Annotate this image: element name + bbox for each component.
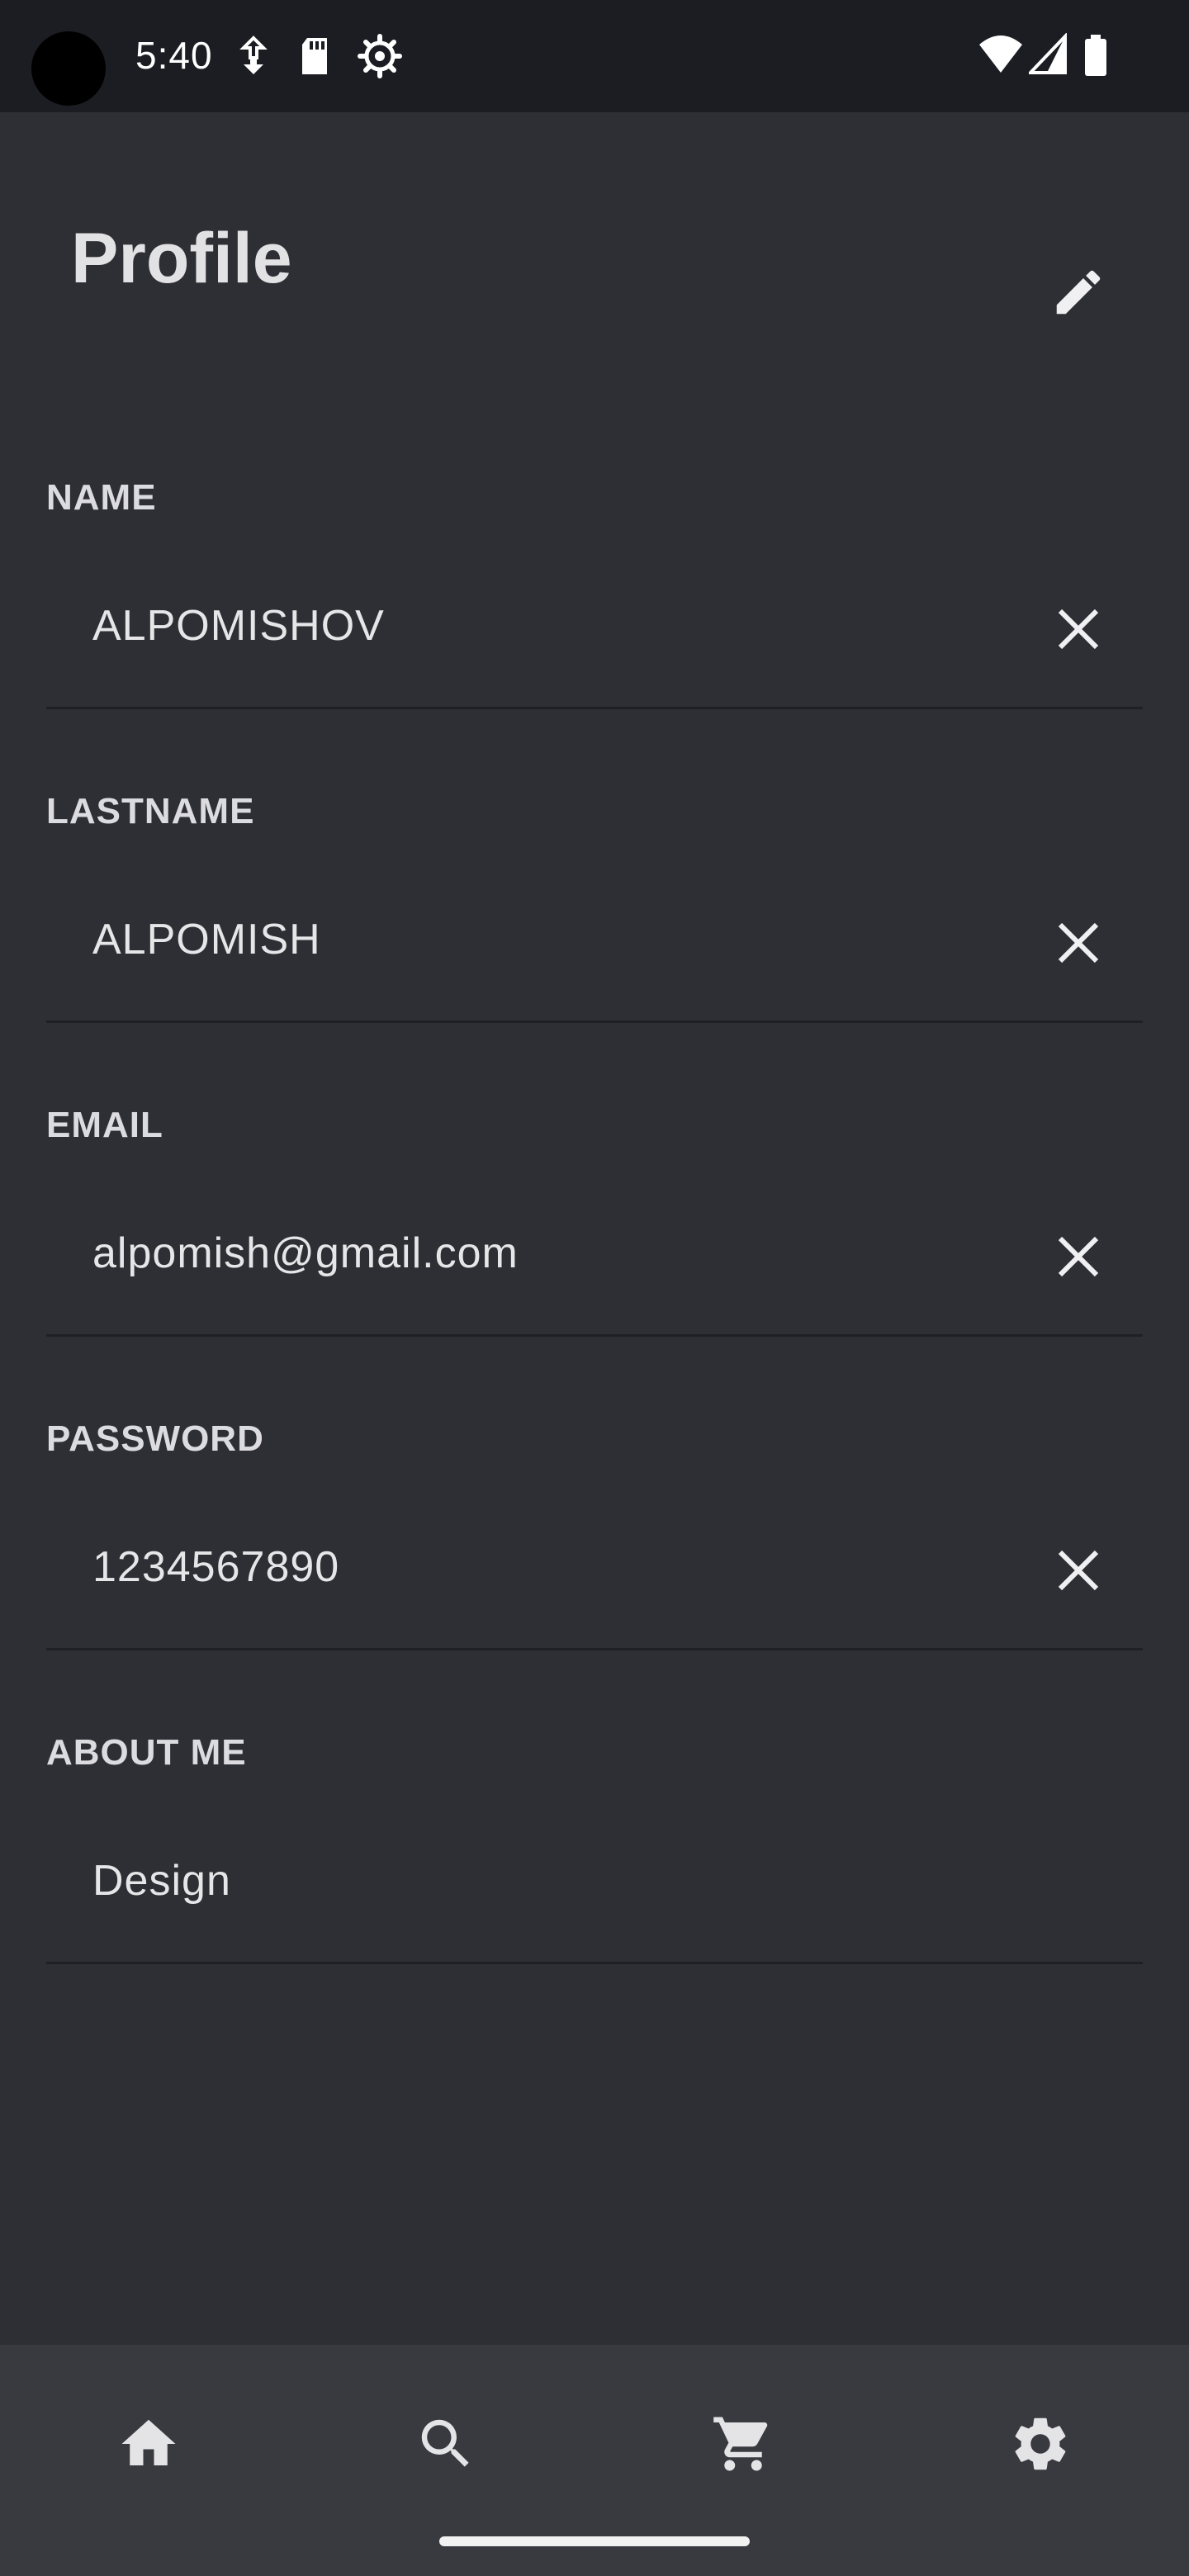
name-underline <box>46 707 1143 709</box>
lastname-input[interactable]: ALPOMISH <box>92 915 321 964</box>
email-clear-button[interactable] <box>1044 1222 1113 1291</box>
data-saver-icon <box>238 33 269 83</box>
password-label: PASSWORD <box>46 1418 264 1459</box>
lastname-label: LASTNAME <box>46 791 255 831</box>
bottom-navigation <box>0 2345 1189 2576</box>
about-me-input[interactable]: Design <box>92 1856 231 1906</box>
email-label: EMAIL <box>46 1105 163 1145</box>
password-field: PASSWORD 1234567890 <box>46 1418 1143 1732</box>
lastname-underline <box>46 1020 1143 1023</box>
settings-icon <box>1015 2417 1066 2470</box>
home-indicator[interactable] <box>439 2536 750 2546</box>
nav-search[interactable] <box>396 2394 495 2493</box>
cell-signal-icon <box>1026 32 1068 80</box>
status-time: 5:40 <box>135 34 213 77</box>
close-icon <box>1058 922 1099 964</box>
name-clear-button[interactable] <box>1044 594 1113 664</box>
battery-icon <box>1083 33 1108 83</box>
close-icon <box>1058 1550 1099 1591</box>
name-label: NAME <box>46 477 157 518</box>
camera-cutout <box>31 31 106 106</box>
settings-gear-icon <box>357 33 403 83</box>
cart-icon <box>713 2417 768 2471</box>
lastname-field: LASTNAME ALPOMISH <box>46 791 1143 1105</box>
email-field: EMAIL alpomish@gmail.com <box>46 1105 1143 1418</box>
sd-card-icon <box>297 33 332 83</box>
email-underline <box>46 1334 1143 1337</box>
page-title: Profile <box>71 219 292 298</box>
email-input[interactable]: alpomish@gmail.com <box>92 1229 519 1278</box>
nav-home[interactable] <box>99 2394 198 2493</box>
profile-header: Profile <box>0 112 1189 393</box>
close-icon <box>1058 608 1099 650</box>
nav-settings[interactable] <box>991 2394 1090 2493</box>
about-me-underline <box>46 1962 1143 1964</box>
nav-cart[interactable] <box>694 2394 793 2493</box>
lastname-clear-button[interactable] <box>1044 908 1113 978</box>
name-field: NAME ALPOMISHOV <box>46 477 1143 791</box>
wifi-icon <box>978 33 1024 80</box>
close-icon <box>1058 1236 1099 1277</box>
edit-button[interactable] <box>1039 253 1118 332</box>
home-icon <box>121 2419 176 2465</box>
about-me-field: ABOUT ME Design <box>46 1732 1143 2046</box>
pencil-icon <box>1056 270 1101 315</box>
search-icon <box>421 2419 469 2467</box>
about-me-label: ABOUT ME <box>46 1732 247 1773</box>
name-input[interactable]: ALPOMISHOV <box>92 601 385 651</box>
password-underline <box>46 1648 1143 1650</box>
password-clear-button[interactable] <box>1044 1536 1113 1605</box>
password-input[interactable]: 1234567890 <box>92 1542 339 1592</box>
status-bar: 5:40 <box>0 0 1189 112</box>
